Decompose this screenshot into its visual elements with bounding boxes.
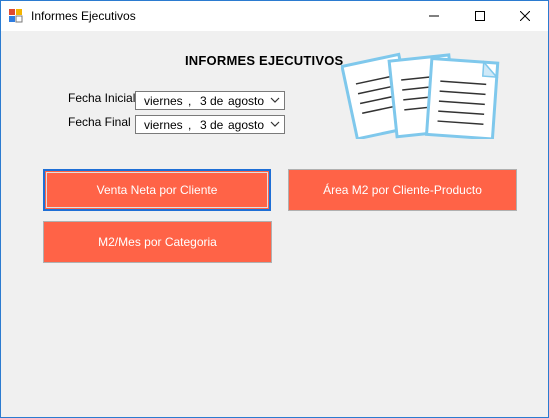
minimize-icon xyxy=(429,15,439,17)
fecha-inicial-picker[interactable]: viernes , 3 de agosto xyxy=(135,91,285,110)
fecha-final-month: agosto xyxy=(228,118,265,132)
fecha-inicial-month: agosto xyxy=(228,94,265,108)
m2-mes-por-categoria-button[interactable]: M2/Mes por Categoria xyxy=(43,221,272,263)
title-bar: Informes Ejecutivos xyxy=(1,1,548,31)
fecha-inicial-label: Fecha Inicial xyxy=(68,91,136,105)
app-icon xyxy=(9,9,23,23)
window-title: Informes Ejecutivos xyxy=(31,9,136,23)
area-m2-label: Área M2 por Cliente-Producto xyxy=(323,183,482,197)
fecha-final-label: Fecha Final xyxy=(68,115,131,129)
documents-illustration xyxy=(341,52,500,139)
fecha-final-weekday: viernes xyxy=(144,118,183,132)
page-title: INFORMES EJECUTIVOS xyxy=(185,53,344,68)
fecha-final-picker[interactable]: viernes , 3 de agosto xyxy=(135,115,285,134)
maximize-icon xyxy=(475,11,485,21)
fecha-final-separator: , xyxy=(188,118,192,132)
close-icon xyxy=(520,11,530,21)
fecha-final-day: 3 de xyxy=(200,118,224,132)
m2-mes-label: M2/Mes por Categoria xyxy=(98,235,217,249)
chevron-down-icon[interactable] xyxy=(270,96,280,104)
close-button[interactable] xyxy=(502,1,548,31)
venta-neta-por-cliente-button[interactable]: Venta Neta por Cliente xyxy=(43,169,271,211)
maximize-button[interactable] xyxy=(457,1,503,31)
client-area: INFORMES EJECUTIVOS Fecha Inicial vierne… xyxy=(1,31,548,417)
fecha-inicial-separator: , xyxy=(188,94,192,108)
fecha-inicial-weekday: viernes xyxy=(144,94,183,108)
fecha-inicial-day: 3 de xyxy=(200,94,224,108)
chevron-down-icon[interactable] xyxy=(270,120,280,128)
app-window: Informes Ejecutivos INFORMES EJECUTIVOS … xyxy=(0,0,549,418)
area-m2-por-cliente-producto-button[interactable]: Área M2 por Cliente-Producto xyxy=(288,169,517,211)
minimize-button[interactable] xyxy=(411,1,457,31)
venta-neta-label: Venta Neta por Cliente xyxy=(96,183,218,197)
